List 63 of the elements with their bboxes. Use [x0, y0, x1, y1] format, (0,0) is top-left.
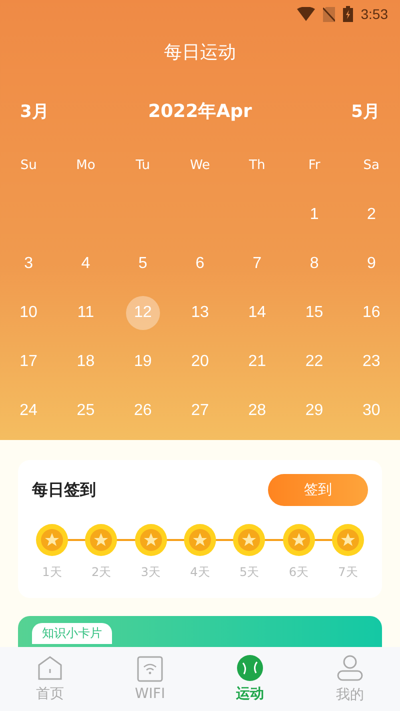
- weekday-label: Su: [19, 158, 38, 172]
- nav-tab[interactable]: WIFI: [100, 647, 200, 711]
- calendar-day[interactable]: 22: [297, 344, 332, 378]
- nav-tab[interactable]: 首页: [0, 647, 100, 711]
- checkin-button[interactable]: 签到: [268, 474, 368, 506]
- home-icon: [37, 655, 63, 681]
- checkin-title: 每日签到: [32, 480, 96, 500]
- calendar-day[interactable]: 6: [182, 246, 217, 280]
- calendar-day[interactable]: 23: [354, 344, 388, 378]
- day-label: 6天: [288, 564, 308, 581]
- day-label: 5天: [239, 564, 260, 581]
- calendar-day[interactable]: 8: [297, 246, 332, 280]
- calendar-day[interactable]: 29: [297, 394, 332, 428]
- battery-charging-icon: [342, 6, 353, 22]
- calendar-day[interactable]: 15: [297, 296, 332, 330]
- weekday-label: We: [188, 158, 212, 172]
- calendar-day[interactable]: 10: [12, 296, 46, 330]
- weekday-label: Th: [248, 158, 266, 172]
- calendar-day[interactable]: 18: [68, 344, 103, 378]
- wifi-icon: [137, 656, 163, 682]
- calendar-day[interactable]: 11: [68, 296, 103, 330]
- calendar-day[interactable]: 14: [240, 296, 274, 330]
- person-icon: [336, 654, 364, 682]
- calendar-day[interactable]: 19: [126, 344, 160, 378]
- calendar-day[interactable]: 5: [126, 246, 160, 280]
- calendar-day[interactable]: 13: [182, 296, 217, 330]
- calendar-day[interactable]: 30: [354, 394, 388, 428]
- current-month: 2022年Apr: [148, 100, 252, 123]
- day-label: 2天: [92, 564, 112, 581]
- calendar-day[interactable]: 25: [68, 394, 103, 428]
- previous-month-button[interactable]: 3月: [20, 100, 49, 122]
- wifi-icon: [296, 7, 315, 21]
- no-sim-icon: [322, 6, 335, 22]
- weekday-label: Mo: [75, 158, 96, 172]
- calendar-day[interactable]: 7: [240, 246, 274, 280]
- calendar-day[interactable]: 9: [354, 246, 388, 280]
- knowledge-tag: 知识小卡片: [32, 623, 112, 644]
- calendar-day[interactable]: 26: [126, 394, 160, 428]
- nav-tab[interactable]: 我的: [300, 647, 400, 711]
- next-month-button[interactable]: 5月: [351, 100, 380, 122]
- nav-tab[interactable]: 运动: [200, 647, 300, 711]
- calendar-day[interactable]: 17: [12, 344, 46, 378]
- calendar-day[interactable]: 24: [12, 394, 46, 428]
- day-label: 7天: [338, 564, 358, 581]
- calendar-day[interactable]: 20: [182, 344, 217, 378]
- calendar-day[interactable]: 16: [354, 296, 388, 330]
- calendar-day[interactable]: 28: [240, 394, 274, 428]
- weekday-label: Tu: [134, 158, 151, 172]
- calendar-day[interactable]: 3: [12, 246, 46, 280]
- calendar-day[interactable]: 4: [68, 246, 103, 280]
- calendar-day[interactable]: 21: [240, 344, 274, 378]
- weekday-label: Sa: [362, 158, 381, 172]
- page-title: 每日运动: [163, 41, 237, 65]
- day-label: 3天: [140, 564, 160, 581]
- calendar-day[interactable]: 27: [182, 394, 217, 428]
- status-time: 3:53: [360, 6, 388, 22]
- day-label: 4天: [190, 564, 210, 581]
- day-label: 1天: [42, 564, 62, 581]
- calendar-day[interactable]: 12: [126, 296, 160, 330]
- weekday-label: Fr: [307, 158, 322, 172]
- calendar-day[interactable]: 1: [297, 198, 332, 232]
- ball-icon: [237, 655, 263, 681]
- calendar-day[interactable]: 2: [354, 198, 388, 232]
